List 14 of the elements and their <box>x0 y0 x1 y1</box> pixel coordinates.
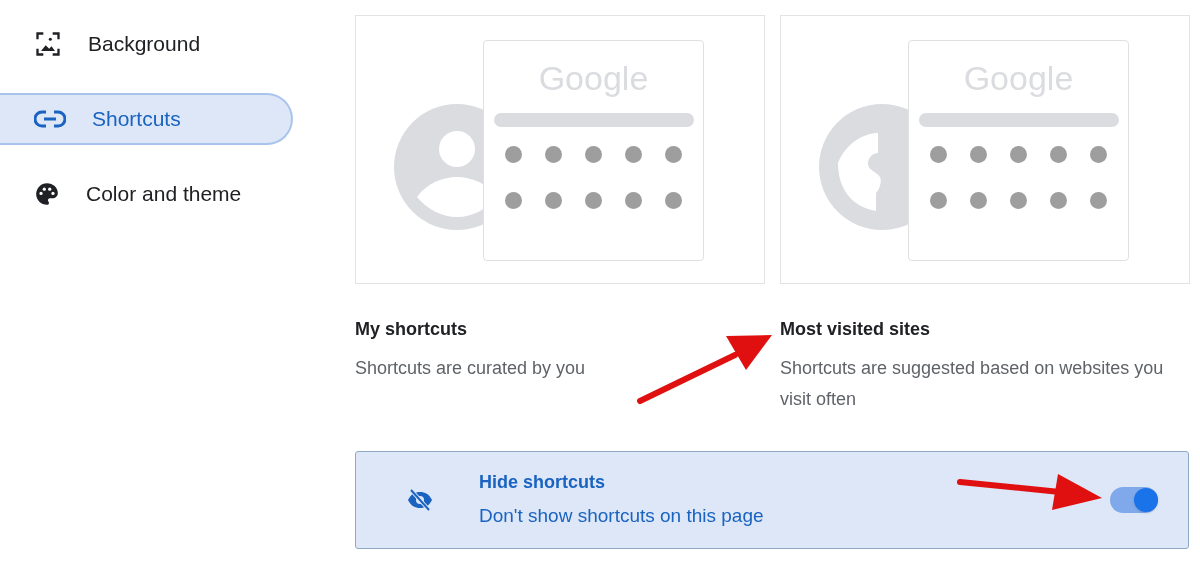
link-icon <box>34 109 66 129</box>
option-description: Shortcuts are curated by you <box>355 357 587 380</box>
toggle-switch[interactable] <box>1110 487 1158 513</box>
setting-title: Hide shortcuts <box>479 471 607 495</box>
image-icon <box>34 30 62 58</box>
setting-description: Don't show shortcuts on this page <box>479 504 764 529</box>
option-description: Shortcuts are suggested based on websites you visit often <box>780 357 1165 411</box>
sidebar-item[interactable]: Shortcuts <box>0 93 293 145</box>
option-title: Most visited sites <box>780 318 932 341</box>
eye-slash-icon <box>406 488 434 512</box>
sidebar-item[interactable]: Color and theme <box>0 168 293 220</box>
sidebar-item[interactable]: Background <box>0 18 293 70</box>
option-title: My shortcuts <box>355 318 469 341</box>
palette-icon <box>34 181 60 207</box>
